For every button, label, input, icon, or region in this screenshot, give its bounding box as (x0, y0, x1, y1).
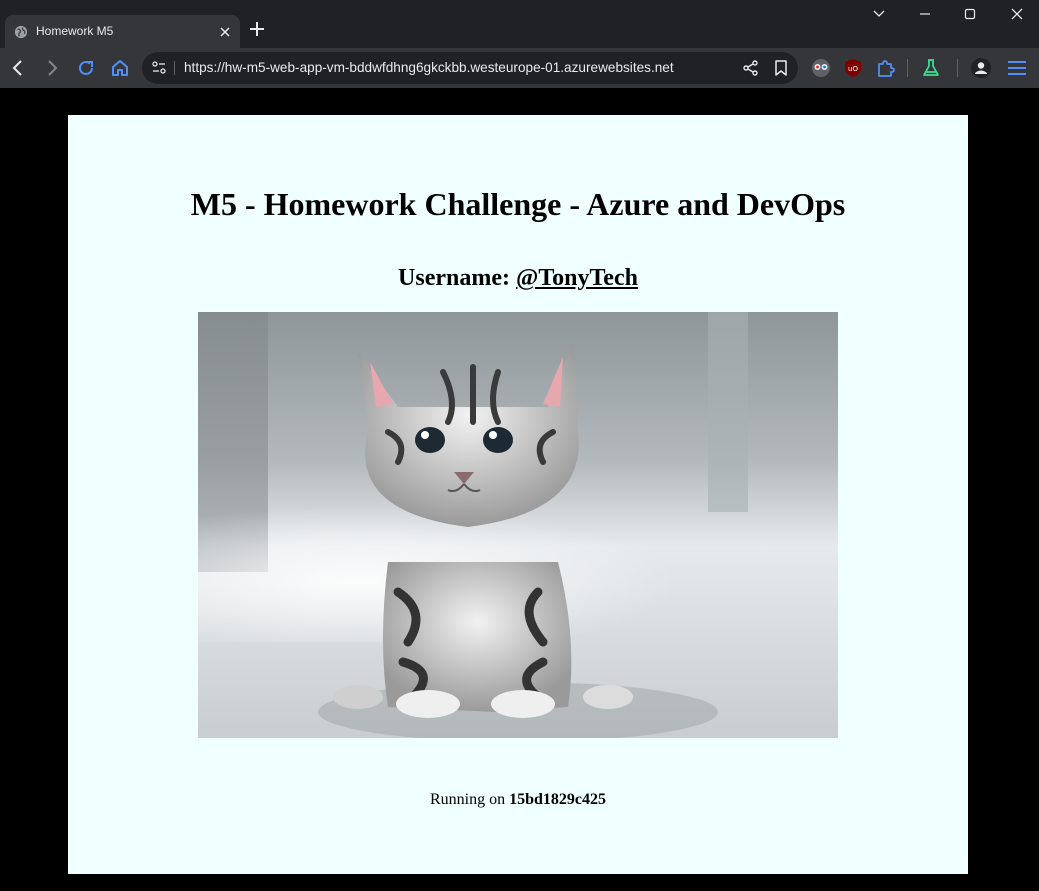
site-info-icon[interactable] (151, 60, 167, 76)
puzzle-icon[interactable] (874, 57, 896, 79)
share-icon[interactable] (742, 59, 760, 77)
profile-icon[interactable] (970, 57, 992, 79)
url-text[interactable]: https://hw-m5-web-app-vm-bddwfdhng6gkckb… (184, 60, 674, 75)
extension-eyes-icon[interactable] (810, 57, 832, 79)
reload-icon[interactable] (75, 57, 97, 79)
content-card: M5 - Homework Challenge - Azure and DevO… (68, 115, 968, 874)
minimize-icon[interactable] (914, 4, 936, 24)
browser-titlebar: Homework M5 (0, 0, 1039, 48)
running-on-line: Running on 15bd1829c425 (68, 790, 968, 810)
flask-icon[interactable] (920, 57, 942, 79)
close-icon[interactable] (217, 24, 233, 40)
svg-text:uO: uO (848, 65, 858, 73)
window-close-icon[interactable] (1006, 4, 1028, 24)
tab-title: Homework M5 (36, 24, 114, 38)
chevron-down-icon[interactable] (868, 4, 890, 24)
username-link[interactable]: @TonyTech (516, 265, 638, 291)
forward-icon[interactable] (41, 57, 63, 79)
toolbar-separator (907, 59, 908, 77)
browser-toolbar: https://hw-m5-web-app-vm-bddwfdhng6gkckb… (0, 48, 1039, 88)
ublock-icon[interactable]: uO (842, 57, 864, 79)
globe-icon (14, 25, 28, 39)
toolbar-separator (957, 59, 958, 77)
browser-tab[interactable]: Homework M5 (5, 15, 240, 48)
plus-icon[interactable] (248, 20, 266, 38)
home-icon[interactable] (109, 57, 131, 79)
menu-icon[interactable] (1006, 57, 1028, 79)
address-bar-separator (174, 61, 175, 75)
page-title: M5 - Homework Challenge - Azure and DevO… (190, 186, 846, 222)
address-bar[interactable]: https://hw-m5-web-app-vm-bddwfdhng6gkckb… (142, 52, 798, 84)
username-label: Username: (398, 265, 511, 291)
back-icon[interactable] (7, 57, 29, 79)
username-heading: Username: @TonyTech (68, 263, 968, 293)
page-viewport: M5 - Homework Challenge - Azure and DevO… (0, 88, 1039, 891)
running-on-label: Running on (429, 791, 506, 808)
maximize-icon[interactable] (959, 4, 981, 24)
kitten-image (198, 312, 838, 738)
host-id: 15bd1829c425 (509, 791, 607, 808)
bookmark-icon[interactable] (772, 59, 790, 77)
